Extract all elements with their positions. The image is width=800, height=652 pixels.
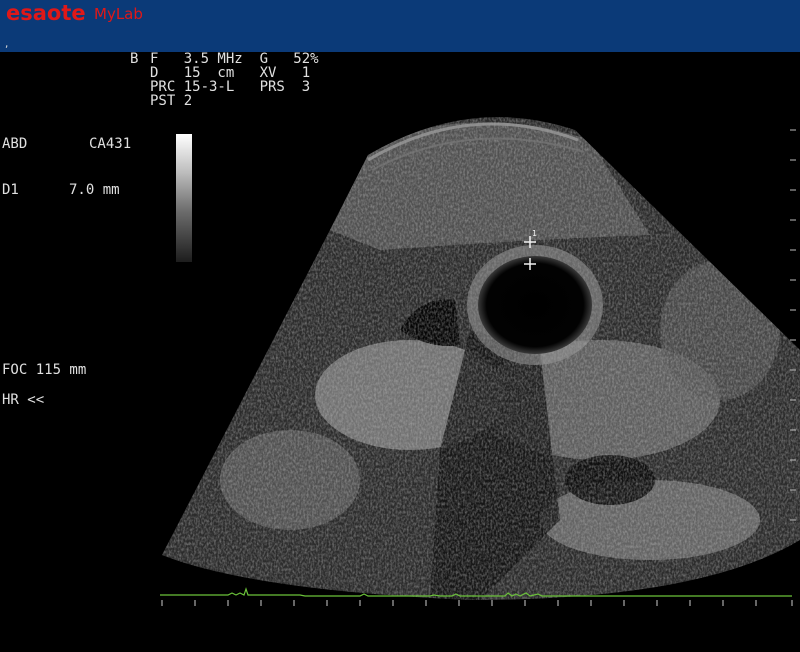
time-scale-ticks xyxy=(161,600,793,606)
ecg-trace xyxy=(160,587,792,597)
ecg-trace-area xyxy=(160,587,793,606)
